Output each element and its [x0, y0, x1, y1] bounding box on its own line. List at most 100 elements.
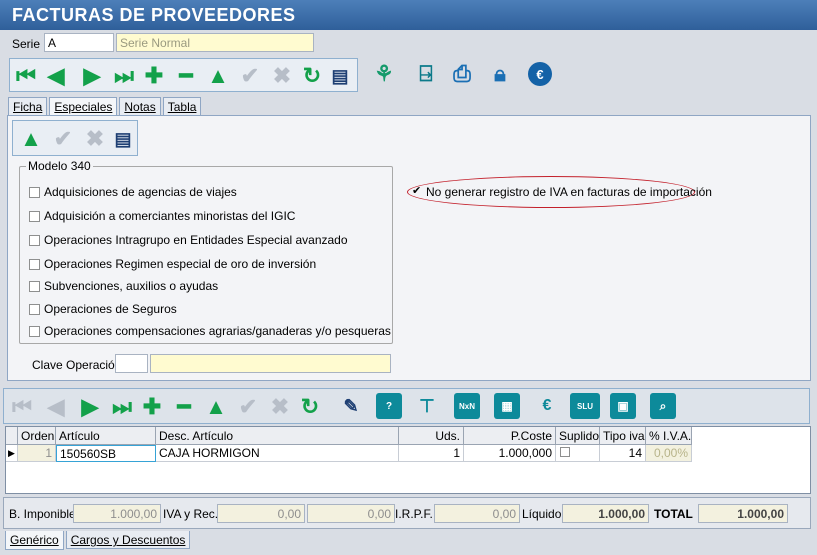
modelo340-group: Modelo 340 Adquisiciones de agencias de … [19, 159, 393, 344]
option-label: Operaciones Intragrupo en Entidades Espe… [44, 233, 348, 247]
option-checkbox[interactable] [29, 211, 40, 222]
iva-rec-label: IVA y Rec. [163, 507, 219, 521]
cancel-icon[interactable]: ✖ [83, 127, 107, 151]
previous-record-icon[interactable]: ◀ [44, 64, 68, 88]
tab-cargos-descuentos[interactable]: Cargos y Descuentos [65, 531, 191, 549]
last-line-icon[interactable]: ⏭ [110, 395, 134, 419]
cell-orden[interactable]: 1 [18, 445, 56, 462]
especiales-panel: ▲ ✔ ✖ ▤ Modelo 340 Adquisiciones de agen… [7, 115, 811, 381]
printer-icon[interactable]: ⎙ [450, 62, 474, 86]
total-field: 1.000,00 [698, 504, 788, 523]
add-icon[interactable]: ✚ [142, 64, 166, 88]
edit-document-icon[interactable]: ✎ [338, 393, 364, 419]
confirm-icon[interactable]: ✔ [238, 64, 262, 88]
option-label: Subvenciones, auxilios o ayudas [44, 279, 219, 293]
irpf-label: I.R.P.F. [395, 507, 433, 521]
serie-name-field[interactable]: Serie Normal [116, 33, 314, 52]
row-pointer-icon: ▶ [6, 445, 18, 462]
add-line-icon[interactable]: ✚ [140, 395, 164, 419]
refresh-icon[interactable]: ↻ [300, 64, 324, 88]
delete-icon[interactable]: ━ [174, 64, 198, 88]
modelo340-title: Modelo 340 [26, 159, 93, 173]
rec-field: 0,00 [307, 504, 395, 523]
liquido-field: 1.000,00 [562, 504, 649, 523]
clave-operacion-label: Clave Operación [32, 358, 122, 372]
list-icon[interactable]: ▤ [328, 64, 352, 88]
option-checkbox[interactable] [29, 326, 40, 337]
col-pct-iva[interactable]: % I.V.A. [646, 427, 692, 445]
iva-field: 0,00 [217, 504, 305, 523]
last-record-icon[interactable]: ⏭ [112, 64, 136, 88]
tab-especiales[interactable]: Especiales [49, 97, 118, 116]
cancel-icon[interactable]: ✖ [270, 64, 294, 88]
window-title: FACTURAS DE PROVEEDORES [0, 0, 817, 30]
row-indicator-header [6, 427, 18, 445]
option-checkbox[interactable] [29, 235, 40, 246]
option-label: Adquisiciones de agencias de viajes [44, 185, 237, 199]
col-articulo[interactable]: Artículo [56, 427, 156, 445]
tab-ficha[interactable]: Ficha [8, 97, 48, 115]
hierarchy-icon[interactable]: ⊤ [414, 393, 440, 419]
edit-line-icon[interactable]: ▲ [204, 395, 228, 419]
edit-icon[interactable]: ▲ [19, 127, 43, 151]
base-imponible-field: 1.000,00 [73, 504, 161, 523]
option-label: Adquisición a comerciantes minoristas de… [44, 209, 296, 223]
confirm-icon[interactable]: ✔ [51, 127, 75, 151]
first-line-icon[interactable]: ⏮ [10, 395, 34, 419]
cancel-line-icon[interactable]: ✖ [268, 395, 292, 419]
lines-grid: Orden Artículo Desc. Artículo Uds. P.Cos… [5, 426, 811, 494]
next-record-icon[interactable]: ▶ [80, 64, 104, 88]
cell-suplido[interactable] [556, 445, 600, 462]
confirm-line-icon[interactable]: ✔ [236, 395, 260, 419]
no-iva-checkbox[interactable]: ✔ [412, 186, 423, 197]
col-pcoste[interactable]: P.Coste [464, 427, 556, 445]
col-suplido[interactable]: Suplido [556, 427, 600, 445]
especiales-toolbar: ▲ ✔ ✖ ▤ [12, 120, 138, 156]
totals-bar: B. Imponible 1.000,00 IVA y Rec. 0,00 0,… [3, 497, 811, 529]
next-line-icon[interactable]: ▶ [78, 395, 102, 419]
euro-icon[interactable]: € [528, 62, 552, 86]
option-label: Operaciones de Seguros [44, 302, 177, 316]
first-record-icon[interactable]: ⏮ [14, 64, 38, 88]
serie-label: Serie [12, 37, 41, 51]
base-imponible-label: B. Imponible [9, 507, 76, 521]
no-iva-label: No generar registro de IVA en facturas d… [426, 185, 712, 199]
network-icon[interactable]: ⚘ [372, 62, 396, 86]
clave-operacion-desc-field[interactable] [150, 354, 391, 373]
slu-icon[interactable]: SLU [570, 393, 600, 419]
lock-icon[interactable]: 🔒︎ [488, 62, 512, 86]
lines-toolbar: ⏮ ◀ ▶ ⏭ ✚ ━ ▲ ✔ ✖ ↻ ✎ ? ⊤ NxN ▦ € SLU ▣ … [3, 388, 810, 424]
previous-line-icon[interactable]: ◀ [44, 395, 68, 419]
clave-operacion-code-field[interactable] [115, 354, 148, 373]
euro-document-icon[interactable]: € [534, 393, 560, 419]
option-checkbox[interactable] [29, 187, 40, 198]
cell-tipo-iva[interactable]: 14 [600, 445, 646, 462]
col-orden[interactable]: Orden [18, 427, 56, 445]
refresh-lines-icon[interactable]: ↻ [298, 395, 322, 419]
suplido-checkbox[interactable] [560, 447, 570, 457]
option-checkbox[interactable] [29, 259, 40, 270]
cell-uds[interactable]: 1 [399, 445, 464, 462]
edit-icon[interactable]: ▲ [206, 64, 230, 88]
col-tipo-iva[interactable]: Tipo iva [600, 427, 646, 445]
cell-pcoste[interactable]: 1.000,000 [464, 445, 556, 462]
delete-line-icon[interactable]: ━ [172, 395, 196, 419]
option-checkbox[interactable] [29, 304, 40, 315]
train-icon[interactable]: ▣ [610, 393, 636, 419]
col-uds[interactable]: Uds. [399, 427, 464, 445]
cell-pct-iva: 0,00% [646, 445, 692, 462]
help-calendar-icon[interactable]: ? [376, 393, 402, 419]
nxn-icon[interactable]: NxN [454, 393, 480, 419]
option-checkbox[interactable] [29, 281, 40, 292]
tab-generico[interactable]: Genérico [5, 531, 64, 550]
col-desc-articulo[interactable]: Desc. Artículo [156, 427, 399, 445]
cell-articulo[interactable]: 150560SB [56, 445, 156, 462]
calculator-icon[interactable]: ▦ [494, 393, 520, 419]
tab-notas[interactable]: Notas [119, 97, 161, 115]
cell-desc-articulo[interactable]: CAJA HORMIGON [156, 445, 399, 462]
search-window-icon[interactable]: ⌕ [650, 393, 676, 419]
serie-code-field[interactable]: A [44, 33, 114, 52]
tab-tabla[interactable]: Tabla [162, 97, 202, 115]
list-icon[interactable]: ▤ [111, 127, 135, 151]
exit-door-icon[interactable]: ⍈ [414, 62, 438, 86]
